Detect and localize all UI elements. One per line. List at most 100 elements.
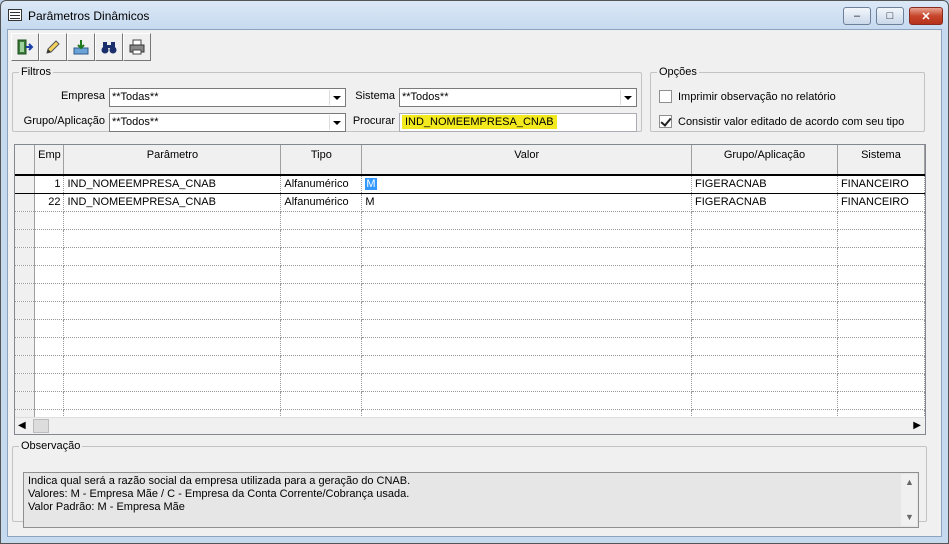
empty-cell — [280, 229, 363, 248]
arrow-left-icon[interactable]: ◀ — [18, 420, 26, 431]
print-button[interactable] — [123, 33, 151, 61]
main-window: Parâmetros Dinâmicos – □ ✕ Filtros Empre… — [0, 0, 949, 544]
cell-valor[interactable]: M — [361, 174, 693, 194]
cell-valor-selected[interactable]: M — [365, 178, 377, 191]
cell-valor[interactable]: M — [361, 193, 693, 212]
cell-grupo[interactable]: FIGERACNAB — [691, 193, 838, 212]
observacao-memo[interactable]: Indica qual será a razão social da empre… — [23, 472, 919, 528]
cell-sistema[interactable]: FINANCEIRO — [837, 193, 925, 212]
empty-row — [15, 355, 925, 374]
column-header-sistema[interactable]: Sistema — [837, 145, 925, 176]
empty-cell — [15, 355, 36, 374]
column-header-valor[interactable]: Valor — [361, 145, 693, 176]
empty-cell — [837, 211, 925, 230]
sistema-combo[interactable]: **Todos** — [399, 88, 637, 107]
empty-cell — [691, 283, 838, 302]
column-header-emp[interactable]: Emp — [34, 145, 65, 176]
empty-cell — [691, 301, 838, 320]
title-bar[interactable]: Parâmetros Dinâmicos – □ ✕ — [1, 1, 948, 29]
arrow-up-icon[interactable]: ▲ — [905, 476, 914, 489]
empty-cell — [34, 319, 65, 338]
cell-parametro[interactable]: IND_NOMEEMPRESA_CNAB — [63, 174, 282, 194]
empty-cell — [837, 391, 925, 410]
arrow-down-icon[interactable]: ▼ — [905, 511, 914, 524]
cell-parametro[interactable]: IND_NOMEEMPRESA_CNAB — [63, 193, 282, 212]
chevron-down-icon[interactable] — [620, 90, 635, 105]
sistema-combo-value: **Todos** — [402, 91, 449, 103]
empty-cell — [361, 211, 693, 230]
empty-cell — [63, 283, 282, 302]
edit-button[interactable] — [39, 33, 67, 61]
imprimir-checkbox[interactable] — [659, 90, 672, 103]
import-button[interactable] — [67, 33, 95, 61]
empty-cell — [280, 301, 363, 320]
chevron-down-icon[interactable] — [329, 115, 344, 130]
empty-cell — [691, 247, 838, 266]
cell-tipo[interactable]: Alfanumérico — [280, 174, 363, 194]
cell-grupo[interactable]: FIGERACNAB — [691, 174, 838, 194]
empresa-combo-value: **Todas** — [112, 91, 159, 103]
sistema-label: Sistema — [355, 90, 395, 102]
empty-row — [15, 265, 925, 284]
vertical-scrollbar[interactable]: ▲ ▼ — [901, 474, 917, 526]
empty-cell — [34, 229, 65, 248]
cell-sistema[interactable]: FINANCEIRO — [837, 174, 925, 194]
observacao-line: Valores: M - Empresa Mãe / C - Empresa d… — [28, 488, 410, 500]
column-header-tipo[interactable]: Tipo — [280, 145, 363, 176]
parameters-grid[interactable]: Emp Parâmetro Tipo Valor Grupo/Aplicação… — [14, 144, 926, 435]
procurar-label: Procurar — [352, 115, 395, 127]
procurar-input[interactable]: IND_NOMEEMPRESA_CNAB — [399, 113, 637, 132]
opcoes-legend: Opções — [659, 66, 697, 78]
empty-row — [15, 391, 925, 410]
arrow-right-icon[interactable]: ▶ — [913, 420, 921, 431]
empty-cell — [34, 265, 65, 284]
empty-cell — [280, 265, 363, 284]
column-header-grupo[interactable]: Grupo/Aplicação — [691, 145, 838, 176]
empty-cell — [691, 229, 838, 248]
empty-cell — [691, 211, 838, 230]
table-row[interactable]: 22 IND_NOMEEMPRESA_CNAB Alfanumérico M F… — [15, 193, 925, 212]
empty-cell — [63, 391, 282, 410]
empty-row — [15, 337, 925, 356]
empty-cell — [34, 211, 65, 230]
close-button[interactable]: ✕ — [909, 7, 943, 25]
grupo-combo[interactable]: **Todos** — [109, 113, 346, 132]
app-icon[interactable] — [8, 9, 22, 21]
empty-cell — [34, 337, 65, 356]
imprimir-checkbox-row[interactable]: Imprimir observação no relatório — [659, 90, 836, 103]
empty-row — [15, 373, 925, 392]
cell-tipo[interactable]: Alfanumérico — [280, 193, 363, 212]
empty-cell — [280, 319, 363, 338]
scroll-thumb[interactable] — [33, 419, 49, 433]
empresa-combo[interactable]: **Todas** — [109, 88, 346, 107]
column-header-parametro[interactable]: Parâmetro — [63, 145, 282, 176]
empty-cell — [837, 355, 925, 374]
observacao-line: Indica qual será a razão social da empre… — [28, 475, 411, 487]
empty-cell — [34, 391, 65, 410]
empty-cell — [15, 391, 36, 410]
empty-cell — [15, 319, 36, 338]
empty-cell — [15, 229, 36, 248]
empty-cell — [361, 283, 693, 302]
empty-cell — [691, 265, 838, 284]
cell-emp[interactable]: 22 — [34, 193, 65, 212]
row-indicator[interactable] — [15, 193, 36, 212]
table-row[interactable]: 1 IND_NOMEEMPRESA_CNAB Alfanumérico M FI… — [15, 174, 925, 194]
empty-cell — [15, 283, 36, 302]
horizontal-scrollbar[interactable]: ◀ ▶ — [15, 417, 925, 434]
maximize-button[interactable]: □ — [876, 7, 904, 25]
empty-cell — [837, 337, 925, 356]
consistir-checkbox[interactable] — [659, 115, 672, 128]
chevron-down-icon[interactable] — [329, 90, 344, 105]
empty-cell — [691, 373, 838, 392]
minimize-button[interactable]: – — [843, 7, 871, 25]
exit-button[interactable] — [11, 33, 39, 61]
empresa-label: Empresa — [60, 90, 105, 102]
empty-cell — [15, 301, 36, 320]
empty-cell — [691, 391, 838, 410]
row-indicator[interactable] — [15, 174, 36, 194]
grupo-label: Grupo/Aplicação — [23, 115, 105, 127]
consistir-checkbox-row[interactable]: Consistir valor editado de acordo com se… — [659, 115, 904, 128]
cell-emp[interactable]: 1 — [34, 174, 65, 194]
search-button[interactable] — [95, 33, 123, 61]
